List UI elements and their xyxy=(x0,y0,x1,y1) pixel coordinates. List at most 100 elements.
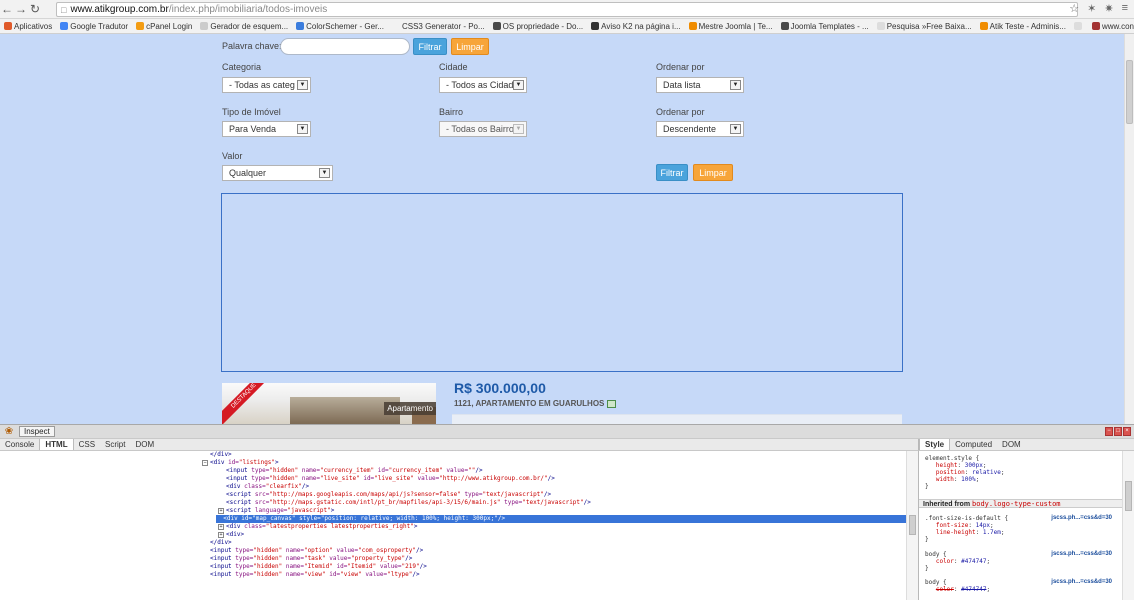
style-scrollbar[interactable] xyxy=(1122,451,1134,600)
bookmark-item[interactable]: Pesquisa »Free Baixa... xyxy=(876,21,972,31)
style-panel: element.style { height: 300px; position:… xyxy=(918,451,1122,600)
tab-dom[interactable]: DOM xyxy=(130,439,159,450)
clear-button-top[interactable]: Limpar xyxy=(451,38,489,55)
css-rule[interactable]: body { color: #474747; xyxy=(925,579,990,593)
bookmark-item[interactable]: Joomla Templates - ... xyxy=(780,21,869,31)
tab-script[interactable]: Script xyxy=(100,439,130,450)
tab-side-dom[interactable]: DOM xyxy=(997,439,1026,450)
map-marker-icon[interactable] xyxy=(607,399,617,408)
bookmark-label: Pesquisa »Free Baixa... xyxy=(886,21,972,31)
cidade-select[interactable]: - Todos as Cidad ▼ xyxy=(439,77,527,93)
css-rule[interactable]: .font-size-is-default { font-size: 14px;… xyxy=(925,515,1008,543)
filter-button[interactable]: Filtrar xyxy=(656,164,688,181)
bookmark-icon xyxy=(688,22,697,30)
bairro-select[interactable]: - Todas os Bairro ▼ xyxy=(439,121,527,137)
bookmark-item[interactable]: Mestre Joomla | Te... xyxy=(688,22,773,31)
tipo-select[interactable]: Para Venda ▼ xyxy=(222,121,311,137)
back-icon[interactable]: ← xyxy=(0,2,14,16)
firebug-icon[interactable]: ❀ xyxy=(3,426,15,438)
bookmark-item[interactable]: Atik Teste - Adminis... xyxy=(979,22,1066,31)
categoria-select[interactable]: - Todas as categ ▼ xyxy=(222,77,311,93)
code-line[interactable]: <script src="http://maps.googleapis.com/… xyxy=(226,491,551,499)
css-source-link[interactable]: jscss.ph...=css&d=30 xyxy=(1051,515,1112,521)
bookmark-label: Joomla Templates - ... xyxy=(790,21,869,31)
bookmark-item[interactable]: Google Tradutor xyxy=(60,22,128,31)
bookmark-item[interactable]: Aplicativos xyxy=(4,22,52,31)
scroll-thumb[interactable] xyxy=(909,515,916,535)
chevron-down-icon: ▼ xyxy=(730,80,741,90)
code-line[interactable]: + <script language="javascript"> xyxy=(218,507,334,515)
code-line[interactable]: + <div class="latestproperties latestprop… xyxy=(218,523,417,531)
bookmark-icon xyxy=(391,22,400,30)
valor-select[interactable]: Qualquer ▼ xyxy=(222,165,333,181)
bookmark-icon xyxy=(780,22,789,30)
browser-toolbar: ← → ↻ □ www.atikgroup.com.br/index.php/i… xyxy=(0,0,1134,19)
minimize-icon[interactable]: − xyxy=(1105,427,1113,436)
bookmark-label: CSS3 Generator - Po... xyxy=(401,21,485,31)
tab-css[interactable]: CSS xyxy=(74,439,100,450)
inherited-selector[interactable]: body.logo-type-custom xyxy=(972,500,1061,508)
extension-icon[interactable]: ✶ xyxy=(1087,2,1096,15)
ordenar2-select[interactable]: Descendente ▼ xyxy=(656,121,744,137)
close-icon[interactable]: × xyxy=(1123,427,1131,436)
bookmark-item[interactable]: ColorSchemer - Ger... xyxy=(296,22,384,31)
address-bar[interactable]: □ www.atikgroup.com.br/index.php/imobili… xyxy=(56,2,1078,17)
tab-style[interactable]: Style xyxy=(919,439,951,450)
code-line[interactable]: <input type="hidden" name="view" id="vie… xyxy=(210,571,420,579)
tab-html[interactable]: HTML xyxy=(39,439,74,450)
css-rule[interactable]: body { color: #474747; } xyxy=(925,551,990,572)
chevron-down-icon: ▼ xyxy=(297,80,308,90)
restore-icon[interactable]: □ xyxy=(1114,427,1122,436)
listing-title-row[interactable]: 1121, APARTAMENTO EM GUARULHOS xyxy=(454,399,617,408)
forward-icon[interactable]: → xyxy=(14,2,28,16)
url-path: /index.php/imobiliaria/todos-imoveis xyxy=(168,4,328,15)
star-icon[interactable]: ☆ xyxy=(1069,2,1079,15)
code-line[interactable]: − <div id="listings"> xyxy=(202,459,279,467)
reload-icon[interactable]: ↻ xyxy=(28,2,42,16)
tab-console[interactable]: Console xyxy=(0,439,39,450)
ordenar-select[interactable]: Data lista ▼ xyxy=(656,77,744,93)
code-line[interactable]: <input type="hidden" name="Itemid" id="I… xyxy=(210,563,427,571)
bookmark-item[interactable]: OS propriedade - Do... xyxy=(492,21,584,31)
code-scrollbar[interactable] xyxy=(906,451,918,600)
inherited-header: Inherited from body.logo-type-custom xyxy=(919,499,1122,508)
code-line[interactable]: <script src="http://maps.gstatic.com/int… xyxy=(226,499,591,507)
clear-button[interactable]: Limpar xyxy=(693,164,733,181)
code-line[interactable]: <input type="hidden" name="live_site" id… xyxy=(226,475,555,483)
scroll-thumb[interactable] xyxy=(1125,481,1132,511)
code-line[interactable]: <input type="hidden" name="task" value="… xyxy=(210,555,412,563)
selected-code-line[interactable]: <div id="map_canvas" style="position: re… xyxy=(216,515,906,523)
code-line[interactable]: + <div> xyxy=(218,531,244,539)
scroll-thumb[interactable] xyxy=(1126,60,1133,124)
code-line[interactable]: </div> xyxy=(210,451,232,459)
inspect-button[interactable]: Inspect xyxy=(19,426,55,437)
bookmark-label: ColorSchemer - Ger... xyxy=(306,21,384,31)
bookmark-item[interactable]: www.connection.uf... xyxy=(1091,22,1134,31)
extension2-icon[interactable]: ✷ xyxy=(1104,2,1113,15)
bookmark-icon xyxy=(1073,22,1082,30)
bookmark-label: OS propriedade - Do... xyxy=(502,21,584,31)
bookmark-label: cPanel Login xyxy=(146,21,193,31)
bookmark-item[interactable]: CSS3 Generator - Po... xyxy=(391,21,485,31)
code-line[interactable]: </div> xyxy=(210,539,232,547)
code-line[interactable]: <input type="hidden" name="currency_item… xyxy=(226,467,483,475)
listing-thumbnail[interactable]: DESTAQUE Apartamento xyxy=(222,383,436,424)
page-scrollbar[interactable] xyxy=(1124,34,1134,424)
tab-computed[interactable]: Computed xyxy=(950,439,997,450)
bookmark-item[interactable]: Aviso K2 na página i... xyxy=(591,22,681,31)
bookmark-item[interactable] xyxy=(1073,22,1084,30)
css-rule[interactable]: element.style { height: 300px; position:… xyxy=(925,455,1005,490)
code-line[interactable]: <div class="clearfix"/> xyxy=(226,483,309,491)
bookmark-item[interactable]: Gerador de esquem... xyxy=(200,22,288,31)
map-canvas[interactable] xyxy=(221,193,903,372)
css-source-link[interactable]: jscss.ph...=css&d=30 xyxy=(1051,579,1112,585)
css-source-link[interactable]: jscss.ph...=css&d=30 xyxy=(1051,551,1112,557)
filter-button-top[interactable]: Filtrar xyxy=(413,38,447,55)
menu-icon[interactable]: ≡ xyxy=(1122,2,1128,15)
keyword-input[interactable] xyxy=(280,38,410,55)
code-line[interactable]: <input type="hidden" name="option" value… xyxy=(210,547,423,555)
html-tree[interactable]: </div> − <div id="listings"> <input type=… xyxy=(0,451,906,600)
tipo-label: Tipo de Imóvel xyxy=(222,107,281,117)
ordenar-label: Ordenar por xyxy=(656,62,705,72)
bookmark-item[interactable]: cPanel Login xyxy=(136,22,192,31)
